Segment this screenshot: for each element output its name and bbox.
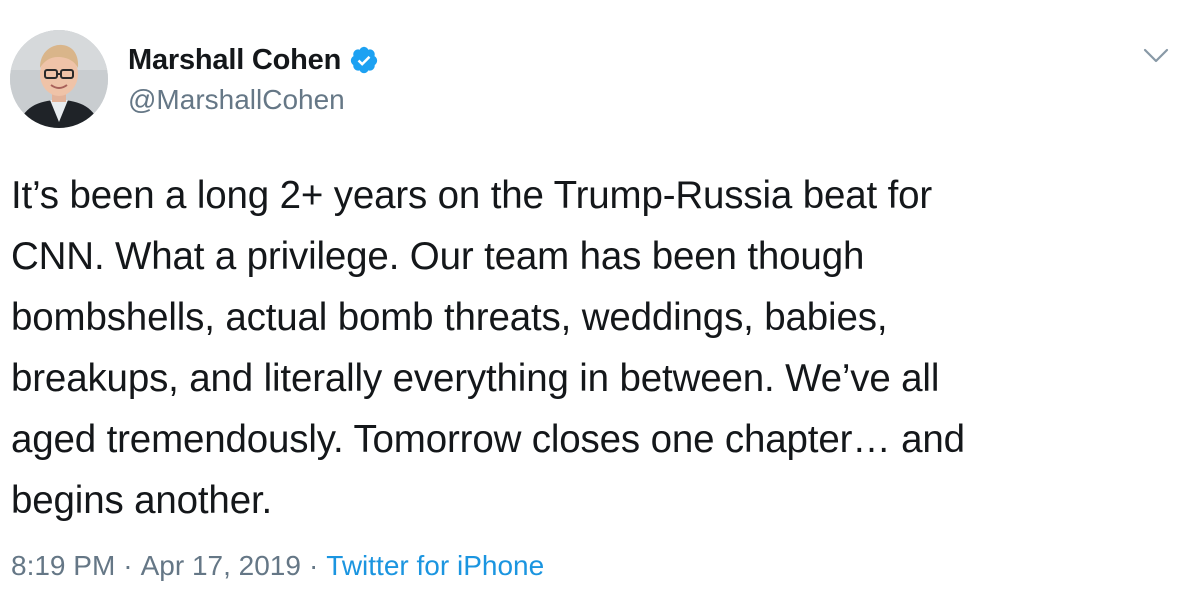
- author-name-row[interactable]: Marshall Cohen: [128, 42, 379, 78]
- author-display-name[interactable]: Marshall Cohen: [128, 44, 341, 77]
- tweet-meta: 8:19 PM · Apr 17, 2019 · Twitter for iPh…: [11, 550, 544, 582]
- author-handle[interactable]: @MarshallCohen: [128, 84, 345, 116]
- meta-separator: ·: [308, 550, 319, 581]
- tweet-source-link[interactable]: Twitter for iPhone: [326, 550, 544, 582]
- avatar[interactable]: [10, 30, 108, 128]
- tweet-date[interactable]: Apr 17, 2019: [141, 550, 301, 582]
- tweet-card: Marshall Cohen @MarshallCohen It’s been …: [0, 0, 1188, 610]
- tweet-text: It’s been a long 2+ years on the Trump-R…: [11, 174, 965, 522]
- tweet-time[interactable]: 8:19 PM: [11, 550, 115, 582]
- meta-separator: ·: [123, 550, 133, 581]
- chevron-down-icon[interactable]: [1141, 44, 1171, 66]
- avatar-image: [10, 30, 108, 128]
- verified-badge-icon: [351, 46, 378, 74]
